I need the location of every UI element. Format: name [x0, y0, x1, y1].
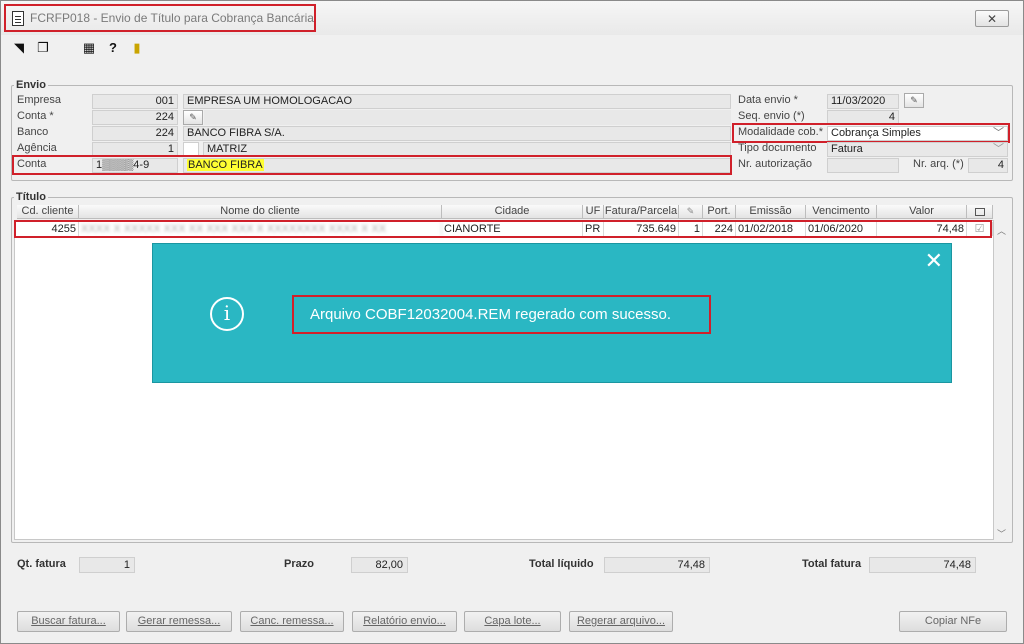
nr-autorizacao-label: Nr. autorização [738, 158, 812, 170]
row-uf[interactable]: PR [583, 222, 604, 236]
row-port[interactable]: 224 [703, 222, 736, 236]
exit-door-icon[interactable]: ▮ [129, 40, 145, 56]
conta-name-field: BANCO FIBRA [183, 158, 731, 173]
agencia-code-field: 1 [92, 142, 178, 157]
col-valor[interactable]: Valor [877, 205, 967, 219]
conta-lookup-button[interactable]: ✎ [183, 110, 203, 125]
buscar-fatura-button[interactable]: Buscar fatura... [17, 611, 120, 632]
scroll-down-icon[interactable]: ﹀ [997, 527, 1006, 540]
banco-label: Banco [17, 126, 49, 138]
title-bar: FCRFP018 - Envio de Título para Cobrança… [1, 1, 1023, 35]
seq-envio-field: 4 [827, 110, 899, 125]
checkbox-icon [974, 208, 985, 216]
regerar-arquivo-button[interactable]: Regerar arquivo... [569, 611, 673, 632]
main-window: FCRFP018 - Envio de Título para Cobrança… [0, 0, 1024, 644]
toolbar: ◥ ❐ ▦ ? ▮ [11, 39, 153, 57]
conta-req-field[interactable]: 224 [92, 110, 178, 125]
success-toast: ✕ i Arquivo COBF12032004.REM regerado co… [152, 243, 952, 383]
copy-icon[interactable]: ❐ [35, 40, 51, 56]
col-emissao[interactable]: Emissão [736, 205, 806, 219]
document-icon [12, 10, 24, 26]
tipo-doc-label: Tipo documento [738, 142, 817, 154]
conta-name-highlight: BANCO FIBRA [187, 159, 264, 171]
agencia-name-field: MATRIZ [203, 142, 731, 157]
window-close-button[interactable]: ✕ [975, 10, 1009, 27]
info-icon: i [210, 297, 244, 331]
empresa-name-field: EMPRESA UM HOMOLOGACAO [183, 94, 731, 109]
prazo-label: Prazo [284, 558, 314, 570]
tipo-doc-select[interactable]: Fatura ﹀ [827, 142, 1008, 157]
data-envio-field[interactable]: 11/03/2020 [827, 94, 899, 109]
nr-autorizacao-field [827, 158, 899, 173]
window-title: FCRFP018 - Envio de Título para Cobrança… [30, 11, 314, 25]
conta-label: Conta [17, 158, 47, 170]
capa-lote-button[interactable]: Capa lote... [464, 611, 561, 632]
row-fatura[interactable]: 735.649 [604, 222, 679, 236]
envio-legend: Envio [16, 79, 46, 91]
qt-fatura-field: 1 [79, 557, 135, 573]
banco-name-field: BANCO FIBRA S/A. [183, 126, 731, 141]
scroll-up-icon[interactable]: ︿ [997, 224, 1006, 237]
chevron-down-icon: ﹀ [993, 127, 1004, 139]
help-icon[interactable]: ? [105, 40, 121, 56]
col-uf[interactable]: UF [583, 205, 604, 219]
col-cidade[interactable]: Cidade [442, 205, 583, 219]
modalidade-label: Modalidade cob.* [738, 126, 824, 138]
chevron-down-icon: ﹀ [993, 143, 1004, 155]
toast-message: Arquivo COBF12032004.REM regerado com su… [292, 295, 711, 334]
col-cd-cliente[interactable]: Cd. cliente [17, 205, 79, 219]
total-fatura-label: Total fatura [802, 558, 862, 570]
col-vencimento[interactable]: Vencimento [806, 205, 877, 219]
total-fatura-field: 74,48 [869, 557, 976, 573]
date-picker-button[interactable]: ✎ [904, 93, 924, 108]
conta-field: 1▒▒▒▒4-9 [92, 158, 178, 173]
row-cidade[interactable]: CIANORTE [442, 222, 583, 236]
conta-req-label: Conta * [17, 110, 54, 122]
prazo-field: 82,00 [351, 557, 408, 573]
col-edit-icon[interactable]: ✎ [679, 205, 703, 219]
seq-envio-label: Seq. envio (*) [738, 110, 805, 122]
nr-arq-label: Nr. arq. (*) [913, 158, 964, 170]
conta-req-desc [204, 110, 731, 125]
col-select-all[interactable] [967, 205, 993, 219]
qt-fatura-label: Qt. fatura [17, 558, 66, 570]
empresa-label: Empresa [17, 94, 62, 106]
row-checkbox[interactable]: ☑ [967, 222, 993, 236]
title-highlight: FCRFP018 - Envio de Título para Cobrança… [4, 4, 316, 32]
row-valor[interactable]: 74,48 [877, 222, 967, 236]
row-vencimento[interactable]: 01/06/2020 [806, 222, 877, 236]
copiar-nfe-button[interactable]: Copiar NFe [899, 611, 1007, 632]
tipo-doc-value: Fatura [831, 143, 863, 155]
agencia-label: Agência [17, 142, 57, 154]
modalidade-select[interactable]: Cobrança Simples ﹀ [827, 126, 1008, 141]
data-envio-label: Data envio * [738, 94, 798, 106]
col-port[interactable]: Port. [703, 205, 736, 219]
row-nome-cliente[interactable]: XXXX X XXXXX XXX XX XXX XXX X XXXXXXXX X… [79, 222, 442, 236]
col-nome-cliente[interactable]: Nome do cliente [79, 205, 442, 219]
row-parcela[interactable]: 1 [679, 222, 703, 236]
empresa-code-field[interactable]: 001 [92, 94, 178, 109]
nr-arq-field: 4 [968, 158, 1008, 173]
relatorio-envio-button[interactable]: Relatório envio... [352, 611, 457, 632]
banco-code-field: 224 [92, 126, 178, 141]
canc-remessa-button[interactable]: Canc. remessa... [240, 611, 344, 632]
row-emissao[interactable]: 01/02/2018 [736, 222, 806, 236]
agencia-check [183, 142, 199, 157]
row-cd-cliente[interactable]: 4255 [17, 222, 79, 236]
toast-close-button[interactable]: ✕ [925, 248, 943, 274]
titulo-legend: Título [16, 191, 46, 203]
first-record-icon[interactable]: ◥ [11, 40, 27, 56]
total-liquido-label: Total líquido [529, 558, 594, 570]
calendar-icon[interactable]: ▦ [81, 40, 97, 56]
gerar-remessa-button[interactable]: Gerar remessa... [126, 611, 232, 632]
total-liquido-field: 74,48 [604, 557, 710, 573]
col-fatura-parcela[interactable]: Fatura/Parcela [604, 205, 679, 219]
modalidade-value: Cobrança Simples [831, 127, 921, 139]
